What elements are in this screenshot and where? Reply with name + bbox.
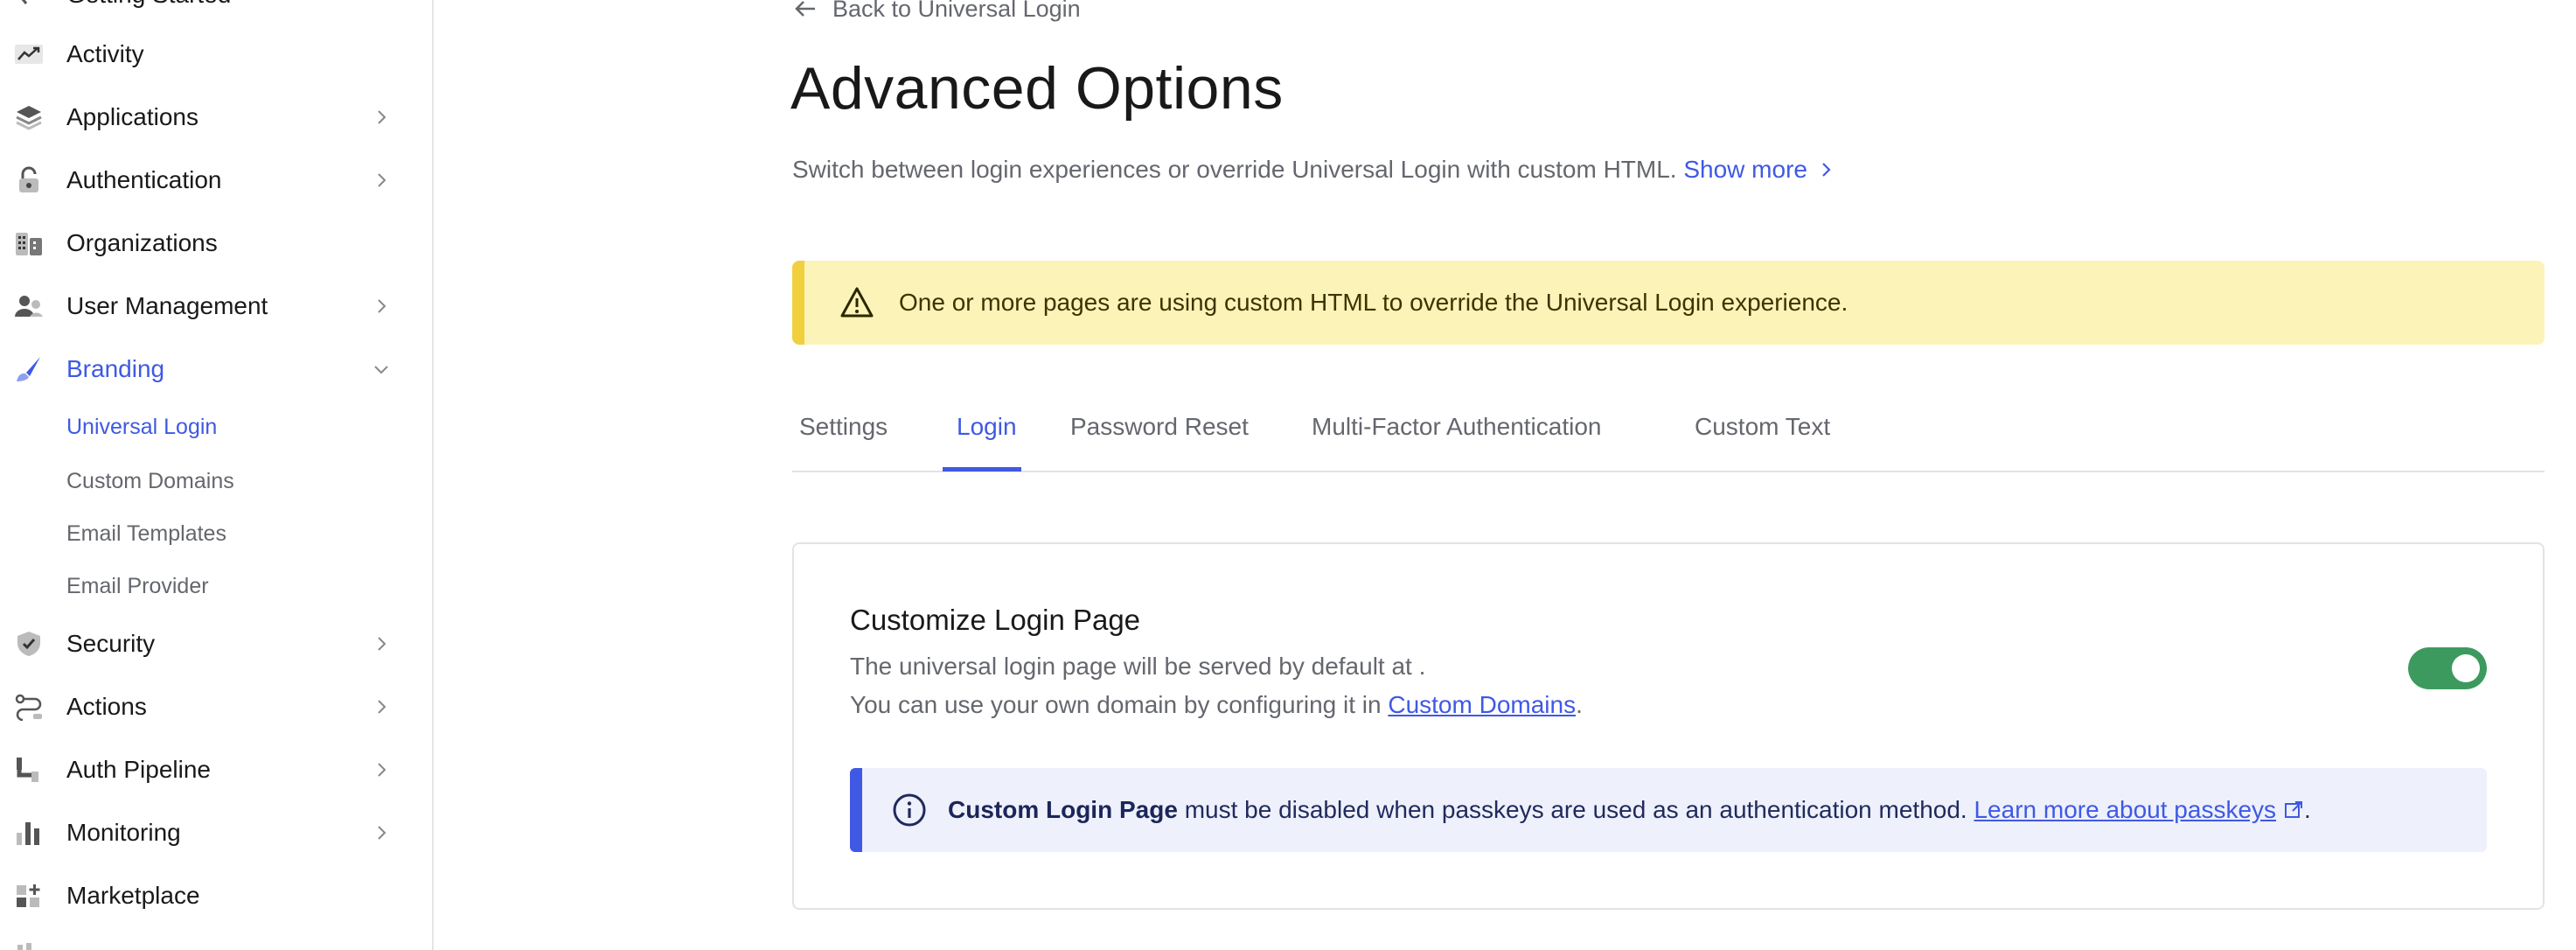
sidebar-item-monitoring[interactable]: Monitoring [0,807,432,859]
marketplace-icon [14,882,44,910]
toggle-knob [2452,654,2480,682]
lock-icon [14,166,44,194]
chart-icon [14,819,44,847]
actions-icon [14,693,44,721]
external-link-icon[interactable] [2283,800,2304,821]
info-bold: Custom Login Page [948,796,1178,823]
custom-html-warning-banner: One or more pages are using custom HTML … [792,261,2545,345]
custom-domains-link[interactable]: Custom Domains [1388,691,1576,718]
brush-icon [14,355,44,383]
sidebar-item-label: Auth Pipeline [66,756,212,783]
info-circle-icon [893,793,926,827]
sidebar-subitem-email-provider[interactable]: Email Provider [66,569,209,604]
sidebar-item-label: Authentication [66,166,222,193]
sidebar-item-authentication[interactable]: Authentication [0,154,432,206]
back-to-universal-login-link[interactable]: Back to Universal Login [792,0,1081,23]
pipeline-icon [14,756,44,784]
passkeys-info-banner: Custom Login Page must be disabled when … [850,768,2487,852]
sidebar-item-auth-pipeline[interactable]: Auth Pipeline [0,744,432,796]
line2-suffix: . [1576,691,1583,718]
sidebar-item-label: Applications [66,103,198,130]
chevron-right-icon [378,763,386,777]
cut-off-icon [17,943,31,950]
building-icon [14,229,44,257]
warning-text: One or more pages are using custom HTML … [899,289,1848,316]
sidebar-item-label: Marketplace [66,882,200,909]
chevron-right-icon [378,700,386,714]
sidebar-item-user-management[interactable]: User Management [0,280,432,332]
learn-more-passkeys-link[interactable]: Learn more about passkeys [1974,796,2276,824]
sidebar-item-applications[interactable]: Applications [0,91,432,143]
customize-login-page-card: Customize Login Page The universal login… [792,542,2545,910]
chevron-right-icon [378,173,386,187]
activity-icon [14,40,44,68]
info-body: must be disabled when passkeys are used … [1184,796,1967,823]
warning-triangle-icon [840,287,874,318]
sidebar-item-organizations[interactable]: Organizations [0,217,432,269]
sidebar-item-label: Organizations [66,229,218,256]
users-icon [14,292,44,320]
sidebar-item-label: Monitoring [66,819,181,846]
tab-settings[interactable]: Settings [792,413,895,441]
sidebar-item-label: Branding [66,355,165,382]
tab-password-reset[interactable]: Password Reset [1063,413,1256,441]
applications-icon [14,103,44,131]
card-description-line2: You can use your own domain by configuri… [850,691,1583,719]
sidebar-item-label: User Management [66,292,268,319]
page-title: Advanced Options [790,55,1284,122]
sidebar-subitem-custom-domains[interactable]: Custom Domains [66,464,234,499]
show-more-link[interactable]: Show more [1683,156,1835,184]
customize-login-page-toggle[interactable] [2408,647,2487,689]
arrow-left-icon [795,1,815,17]
sidebar: Getting Started Activity Applications Au… [0,0,434,950]
tab-custom-text[interactable]: Custom Text [1688,413,1837,441]
getting-started-icon [21,0,28,4]
sidebar-item-branding[interactable]: Branding [0,343,432,395]
sidebar-item-label: Security [66,630,156,657]
sidebar-subitem-email-templates[interactable]: Email Templates [66,516,226,551]
active-tab-indicator [943,467,1021,472]
chevron-right-icon [1822,163,1831,177]
card-title: Customize Login Page [850,604,1141,636]
line2-prefix: You can use your own domain by configuri… [850,691,1382,718]
sidebar-item-label: Activity [66,40,144,67]
chevron-right-icon [378,110,386,124]
chevron-down-icon [374,366,388,374]
sidebar-subitem-universal-login[interactable]: Universal Login [66,409,217,444]
page-description: Switch between login experiences or over… [792,156,1835,184]
page-description-text: Switch between login experiences or over… [792,156,1677,183]
sidebar-item-label: Actions [66,693,147,720]
info-text: Custom Login Page must be disabled when … [948,796,2311,824]
chevron-right-icon [378,826,386,840]
chevron-right-icon [378,299,386,313]
sidebar-item-security[interactable]: Security [0,618,432,670]
card-description-line1: The universal login page will be served … [850,653,1426,680]
chevron-right-icon [378,637,386,651]
tab-bar: Settings Login Password Reset Multi-Fact… [792,385,2545,472]
tab-login[interactable]: Login [950,413,1024,441]
sidebar-item-getting-started-cut[interactable]: Getting Started [66,0,231,9]
back-link-label: Back to Universal Login [832,0,1081,22]
shield-icon [14,630,44,658]
sidebar-item-actions[interactable]: Actions [0,681,432,733]
show-more-label: Show more [1683,156,1807,183]
sidebar-item-marketplace[interactable]: Marketplace [0,870,432,922]
tab-multi-factor-authentication[interactable]: Multi-Factor Authentication [1305,413,1609,441]
sidebar-item-activity[interactable]: Activity [0,28,432,80]
info-suffix: . [2304,796,2311,823]
